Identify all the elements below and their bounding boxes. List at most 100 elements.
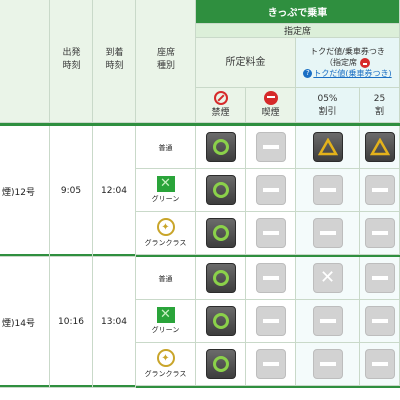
circle-available-button[interactable] (205, 132, 236, 162)
circle-icon (212, 356, 229, 372)
nonsmoking-label: 禁煙 (211, 107, 230, 118)
arrival-time: 12:04 (93, 126, 136, 257)
status-cell (196, 126, 246, 169)
discount-help-link[interactable]: トクだ値(乗車券つき) (313, 68, 391, 79)
departure-time: 10:16 (50, 257, 93, 388)
status-cell (196, 300, 246, 343)
circle-icon (212, 182, 229, 198)
dash-icon (262, 319, 279, 323)
dash-icon (319, 231, 336, 235)
train-name: 煙)14号 (0, 257, 50, 388)
dash-icon (371, 188, 388, 192)
circle-available-button[interactable] (205, 306, 236, 336)
status-cell (246, 169, 296, 212)
status-cell (196, 212, 246, 255)
seat-type-cell: 普通 (136, 126, 196, 169)
help-icon[interactable]: ? (303, 69, 313, 78)
dash-icon (262, 231, 279, 235)
dash-icon (262, 276, 279, 280)
ticket-group-title: きっぷで乗車 (196, 0, 400, 24)
dash-unavailable-button (312, 175, 343, 205)
seat-type-label: グランクラス (144, 239, 187, 247)
discount-sub: （指定席 (325, 58, 357, 67)
gran-class-icon: ✦ (156, 218, 175, 236)
smoking-icon (263, 90, 278, 105)
dash-icon (262, 362, 279, 366)
train-name-header (0, 0, 50, 123)
status-cell (246, 126, 296, 169)
green-car-icon (156, 307, 175, 323)
status-cell (296, 300, 360, 343)
status-cell (246, 343, 296, 386)
status-cell: ✕ (296, 257, 360, 300)
dash-unavailable-button (364, 349, 395, 379)
circle-icon (212, 313, 229, 329)
green-car-icon (156, 176, 175, 192)
circle-available-button[interactable] (205, 263, 236, 293)
dash-icon (319, 319, 336, 323)
dash-unavailable-button (364, 175, 395, 205)
departure-time: 9:05 (50, 126, 93, 257)
seat-type-label: 普通 (158, 144, 173, 152)
dash-unavailable-button (255, 218, 286, 248)
seat-type-header: 座席 種別 (156, 48, 175, 71)
smoking-header: 喫煙 (246, 88, 296, 123)
circle-available-button[interactable] (205, 218, 236, 248)
circle-available-button[interactable] (205, 349, 236, 379)
seat-type-label: グリーン (151, 326, 180, 334)
circle-available-button[interactable] (205, 175, 236, 205)
status-cell (296, 126, 360, 169)
status-cell (360, 212, 400, 255)
discount-25-label: 割 (374, 106, 384, 117)
seat-type-cell: 普通 (136, 257, 196, 300)
reserved-seat-label: 指定席 (196, 24, 400, 38)
gran-class-icon: ✦ (156, 349, 175, 367)
seat-type-label: グリーン (151, 195, 180, 203)
arrival-time: 13:04 (93, 257, 136, 388)
seat-type-cell: グリーン (136, 300, 196, 343)
dash-icon (371, 362, 388, 366)
discount-25-percent: 25 (373, 93, 386, 104)
dash-icon (319, 362, 336, 366)
status-cell (296, 212, 360, 255)
discount-5-header: 05% 割引 (296, 88, 360, 123)
cross-full-button: ✕ (312, 263, 343, 293)
status-cell (196, 257, 246, 300)
status-cell (296, 169, 360, 212)
seat-type-label: 普通 (158, 275, 173, 283)
status-cell (360, 343, 400, 386)
status-cell (246, 300, 296, 343)
dash-unavailable-button (364, 306, 395, 336)
seat-type-label: グランクラス (144, 370, 187, 378)
status-cell (360, 300, 400, 343)
status-cell (360, 126, 400, 169)
no-smoking-icon (213, 90, 228, 105)
departure-time-header: 出発 時刻 (62, 48, 81, 71)
dash-unavailable-button (255, 263, 286, 293)
status-cell (196, 343, 246, 386)
seat-type-cell: グリーン (136, 169, 196, 212)
dash-icon (319, 188, 336, 192)
dash-unavailable-button (364, 218, 395, 248)
status-cell (196, 169, 246, 212)
dash-unavailable-button (255, 175, 286, 205)
triangle-icon (317, 138, 338, 156)
dash-icon (371, 231, 388, 235)
dash-icon (371, 319, 388, 323)
triangle-few-button[interactable] (364, 132, 395, 162)
status-cell (246, 212, 296, 255)
no-entry-icon (360, 57, 370, 68)
dash-unavailable-button (312, 306, 343, 336)
dash-unavailable-button (364, 263, 395, 293)
discount-5-label: 割引 (318, 106, 337, 117)
dash-unavailable-button (312, 218, 343, 248)
dash-unavailable-button (312, 349, 343, 379)
status-cell (360, 169, 400, 212)
circle-icon (212, 270, 229, 286)
discount-title: トクだ値/乗車券つき (310, 47, 385, 56)
discount-header: トクだ値/乗車券つき （指定席 ? トクだ値(乗車券つき) (296, 38, 400, 88)
nonsmoking-header: 禁煙 (196, 88, 246, 123)
dash-unavailable-button (255, 306, 286, 336)
dash-icon (371, 276, 388, 280)
triangle-few-button[interactable] (312, 132, 343, 162)
